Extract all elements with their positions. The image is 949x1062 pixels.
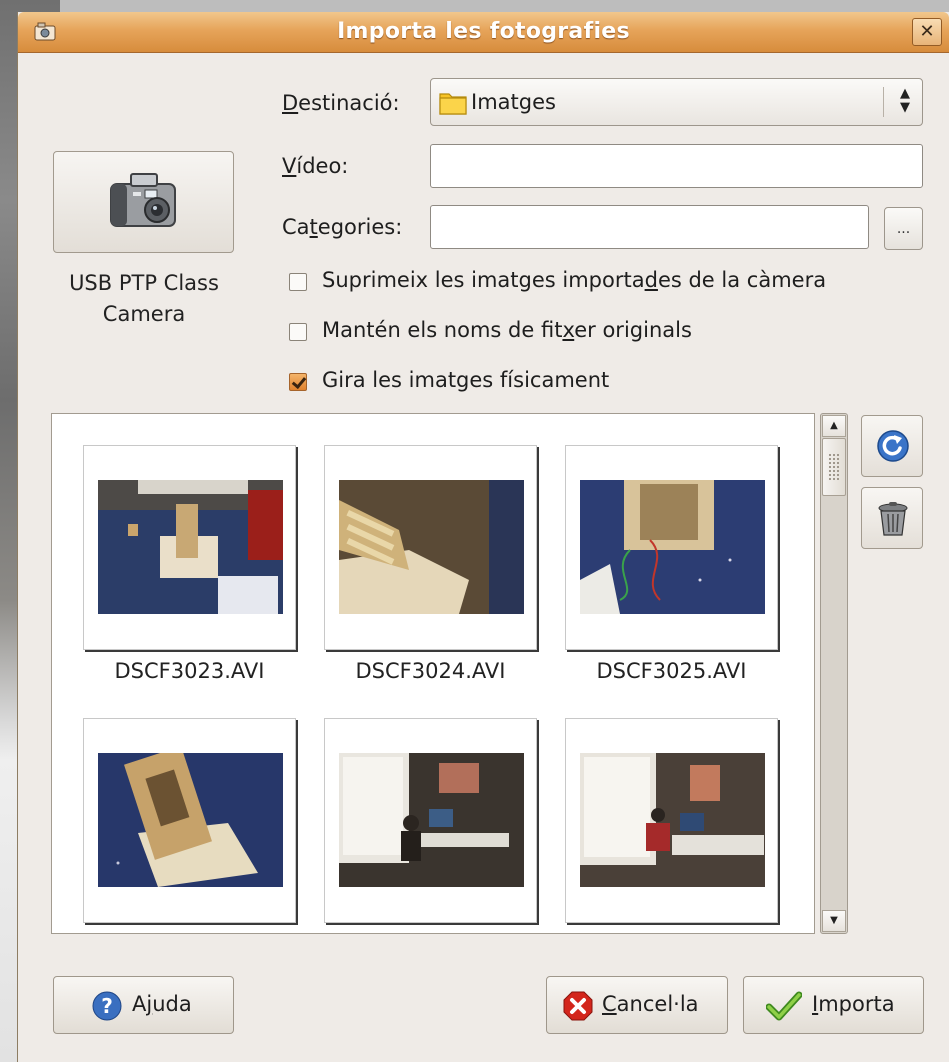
combo-separator [883, 87, 884, 117]
import-dialog: Importa les fotografies ✕ USB PTP Class … [17, 12, 949, 1062]
cancel-icon [563, 991, 593, 1021]
categories-label: Categories: [282, 215, 402, 239]
video-label: Vídeo: [282, 154, 348, 178]
video-thumbnail-image [98, 753, 283, 887]
camera-label: USB PTP Class Camera [69, 271, 219, 326]
keep-filenames-checkbox[interactable] [289, 323, 307, 341]
window-title: Importa les fotografies [337, 19, 630, 44]
svg-text:?: ? [101, 994, 113, 1018]
scroll-down-icon[interactable]: ▼ [822, 910, 846, 932]
destination-combo[interactable]: Imatges ▲ ▼ [430, 78, 923, 126]
video-thumbnail-image [580, 480, 765, 614]
thumbnail-card[interactable] [83, 445, 296, 650]
video-input[interactable] [430, 144, 923, 188]
categories-browse-button[interactable]: ... [884, 207, 923, 250]
help-label-pre: A [132, 992, 147, 1016]
scrollbar-thumb[interactable] [822, 438, 846, 496]
video-thumbnail-image [339, 753, 524, 887]
help-label-post: uda [152, 992, 192, 1016]
cancel-button[interactable]: Cancel·la [546, 976, 728, 1034]
help-icon: ? [92, 991, 122, 1021]
import-label-post: mporta [818, 992, 895, 1016]
thumbnail-card[interactable] [565, 445, 778, 650]
folder-icon [439, 93, 467, 115]
desktop-background-top [0, 0, 949, 12]
rotate-icon [877, 430, 909, 462]
thumbnail-grid[interactable]: DSCF3023.AVI DSCF3024.AVI DSCF3025.AVI [51, 413, 815, 934]
thumbnail-scrollbar[interactable]: ▲ ▼ [820, 413, 848, 934]
rotate-images-label: Gira les imatges físicament [322, 368, 610, 392]
thumbnail-card[interactable] [83, 718, 296, 923]
video-thumbnail-image [580, 753, 765, 887]
categories-label-mnemonic: t [309, 215, 318, 239]
thumbnail-card[interactable] [324, 718, 537, 923]
cancel-label-mnemonic: C [602, 992, 617, 1016]
video-thumbnail-image [339, 480, 524, 614]
title-bar[interactable]: Importa les fotografies ✕ [18, 12, 949, 53]
categories-label-post: egories: [317, 215, 403, 239]
video-label-text: ídeo: [296, 154, 349, 178]
trash-icon [878, 502, 908, 536]
delete-button[interactable] [861, 487, 923, 549]
delete-imported-checkbox[interactable] [289, 273, 307, 291]
close-button[interactable]: ✕ [912, 18, 942, 46]
video-label-mnemonic: V [282, 154, 297, 178]
thumbnail-caption: DSCF3025.AVI [596, 659, 747, 683]
delete-imported-label: Suprimeix les imatges importades de la c… [322, 268, 827, 292]
rotate-button[interactable] [861, 415, 923, 477]
thumbnail-caption: DSCF3023.AVI [114, 659, 265, 683]
combo-arrows-icon: ▲ ▼ [900, 86, 910, 115]
video-thumbnail-image [98, 480, 283, 614]
import-button[interactable]: Importa [743, 976, 924, 1034]
destination-label: Destinació: [282, 91, 400, 115]
rotate-images-checkbox[interactable] [289, 373, 307, 391]
thumbnail-card[interactable] [565, 718, 778, 923]
thumbnail-caption: DSCF3024.AVI [355, 659, 506, 683]
cancel-label-post: ancel·la [616, 992, 699, 1016]
keep-filenames-label: Mantén els noms de fitxer originals [322, 318, 692, 342]
thumbnail-card[interactable] [324, 445, 537, 650]
categories-input[interactable] [430, 205, 869, 249]
help-button[interactable]: ? Ajuda [53, 976, 234, 1034]
destination-label-mnemonic: D [282, 91, 299, 115]
destination-value: Imatges [471, 90, 556, 114]
categories-label-pre: Ca [282, 215, 310, 239]
camera-icon [110, 173, 176, 227]
camera-button[interactable] [53, 151, 234, 253]
destination-label-text: estinació: [298, 91, 400, 115]
scrollbar-grip [828, 453, 840, 481]
scroll-up-icon[interactable]: ▲ [822, 415, 846, 437]
checkmark-icon [766, 991, 802, 1021]
